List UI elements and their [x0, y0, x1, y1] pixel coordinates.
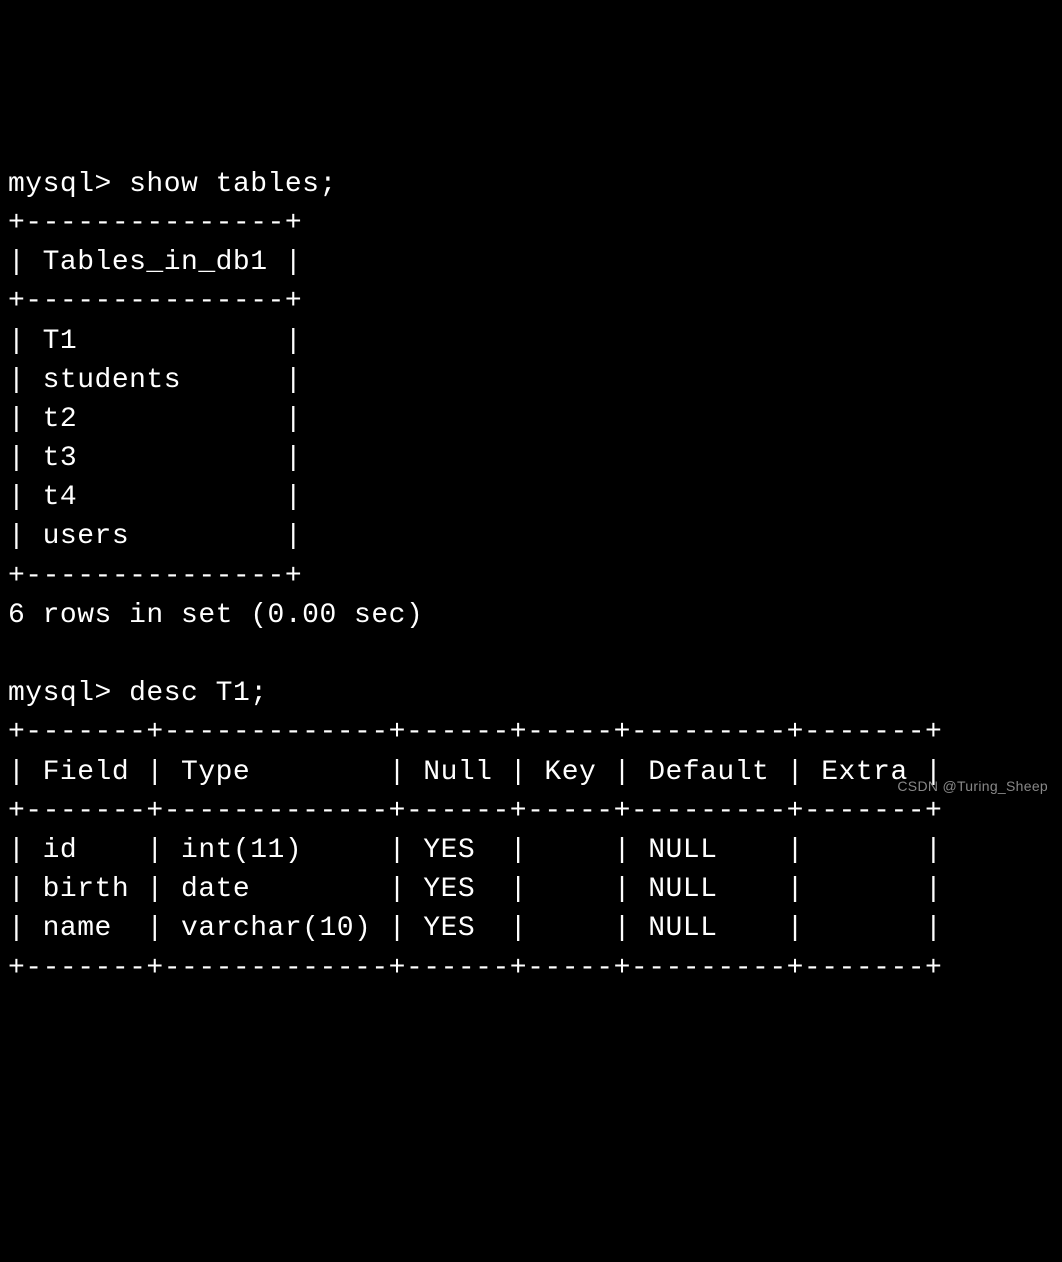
table-row: | t4 | — [8, 482, 302, 513]
table-header-row: | Tables_in_db1 | — [8, 247, 302, 278]
table-row: | students | — [8, 365, 302, 396]
table-border: +-------+-------------+------+-----+----… — [8, 717, 942, 748]
mysql-prompt: mysql> — [8, 678, 129, 709]
command-show-tables: show tables; — [129, 169, 337, 200]
table-row: | T1 | — [8, 326, 302, 357]
terminal-output: mysql> show tables; +---------------+ | … — [8, 165, 1054, 988]
table-border: +-------+-------------+------+-----+----… — [8, 796, 942, 827]
command-desc: desc T1; — [129, 678, 267, 709]
table-row: | t2 | — [8, 404, 302, 435]
table-row: | t3 | — [8, 443, 302, 474]
mysql-prompt: mysql> — [8, 169, 129, 200]
table-row: | users | — [8, 521, 302, 552]
table-border: +---------------+ — [8, 561, 302, 592]
table-row: | birth | date | YES | | NULL | | — [8, 874, 942, 905]
table-border: +---------------+ — [8, 208, 302, 239]
table-border: +-------+-------------+------+-----+----… — [8, 953, 942, 984]
table-border: +---------------+ — [8, 286, 302, 317]
table-row: | name | varchar(10) | YES | | NULL | | — [8, 913, 942, 944]
watermark-text: CSDN @Turing_Sheep — [897, 777, 1048, 797]
result-summary: 6 rows in set (0.00 sec) — [8, 600, 423, 631]
table-header-row: | Field | Type | Null | Key | Default | … — [8, 757, 942, 788]
table-row: | id | int(11) | YES | | NULL | | — [8, 835, 942, 866]
